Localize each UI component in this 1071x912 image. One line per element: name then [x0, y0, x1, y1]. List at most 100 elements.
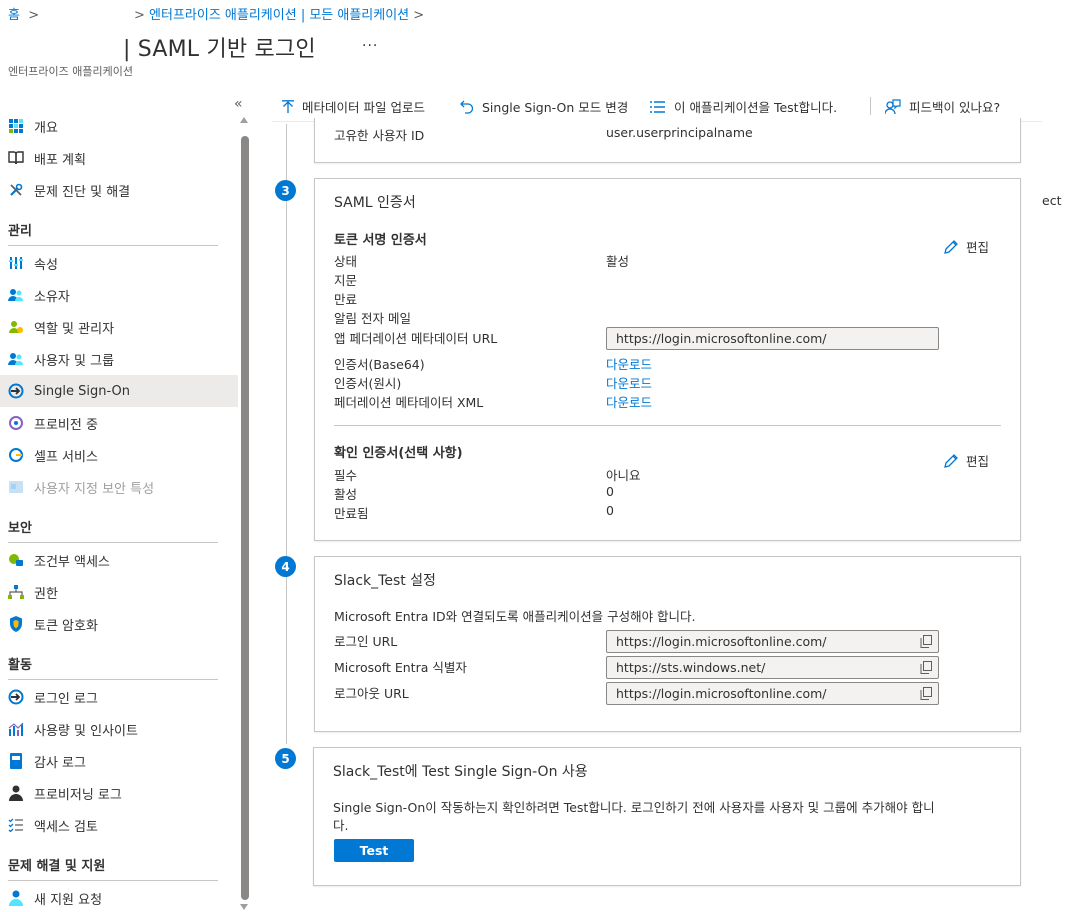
- shield-icon: [8, 616, 24, 632]
- section-title-activity: 활동: [8, 654, 218, 680]
- test-button[interactable]: Test: [334, 839, 414, 862]
- sidebar-item-diagnose[interactable]: 문제 진단 및 해결: [0, 174, 238, 206]
- download-federation-xml-link[interactable]: 다운로드: [606, 392, 652, 411]
- upload-metadata-label: 메타데이터 파일 업로드: [302, 100, 425, 115]
- checklist-icon: [650, 100, 665, 113]
- copy-icon: [920, 635, 932, 648]
- page-subtitle: 엔터프라이즈 애플리케이션: [8, 65, 133, 78]
- unique-user-id-label: 고유한 사용자 ID: [334, 128, 425, 143]
- section-title-security: 보안: [8, 517, 218, 543]
- login-url-value: https://login.microsoftonline.com/: [616, 634, 827, 649]
- self-service-icon: [8, 447, 24, 463]
- sidebar-item-deployment-plan[interactable]: 배포 계획: [0, 142, 238, 174]
- thumbprint-label: 지문: [334, 273, 358, 288]
- roles-icon: [8, 319, 24, 335]
- expired-label: 만료됨: [334, 506, 369, 521]
- test-sso-card: Slack_Test에 Test Single Sign-On 사용 Singl…: [313, 747, 1021, 886]
- upload-icon: [282, 99, 294, 113]
- sidebar-item-permissions[interactable]: 권한: [0, 576, 238, 608]
- sidebar-item-access-reviews[interactable]: 액세스 검토: [0, 809, 238, 841]
- chevron-right-icon: >: [134, 8, 150, 23]
- verification-cert-heading: 확인 인증서(선택 사항): [334, 446, 463, 461]
- metadata-url-value: https://login.microsoftonline.com/: [616, 331, 827, 346]
- custom-security-icon: [8, 479, 24, 495]
- book-icon: [8, 150, 24, 166]
- sidebar-item-label: 토큰 암호화: [34, 618, 98, 634]
- sidebar-item-label: 개요: [34, 120, 58, 136]
- sidebar-item-provisioning[interactable]: 프로비전 중: [0, 407, 238, 439]
- metadata-url-label: 앱 페더레이션 메타데이터 URL: [334, 331, 498, 346]
- sidebar-item-label: 프로비저닝 로그: [34, 787, 122, 803]
- download-cert-raw-link[interactable]: 다운로드: [606, 373, 652, 392]
- test-application-button[interactable]: 이 애플리케이션을 Test합니다.: [650, 97, 837, 116]
- app-setup-card: Slack_Test 설정 Microsoft Entra ID와 연결되도록 …: [314, 556, 1021, 732]
- clipped-text: ect: [1042, 193, 1062, 208]
- sidebar-item-token-encryption[interactable]: 토큰 암호화: [0, 608, 238, 640]
- sidebar-item-label: 감사 로그: [34, 755, 86, 771]
- scroll-up-icon[interactable]: [240, 117, 248, 123]
- permissions-icon: [8, 584, 24, 600]
- sidebar-item-usage-insights[interactable]: 사용량 및 인사이트: [0, 713, 238, 745]
- test-description-line2: 다.: [333, 818, 349, 833]
- sidebar-item-single-sign-on[interactable]: Single Sign-On: [0, 375, 238, 407]
- section-divider: [334, 425, 1001, 426]
- sidebar-item-label: 권한: [34, 586, 58, 602]
- properties-bars-icon: [8, 255, 24, 271]
- copy-icon: [920, 661, 932, 674]
- breadcrumb-apps-wrap: > 엔터프라이즈 애플리케이션 | 모든 애플리케이션 >: [134, 4, 424, 23]
- step-number-4: 4: [275, 556, 296, 577]
- test-application-label: 이 애플리케이션을 Test합니다.: [674, 100, 838, 115]
- sidebar-item-provisioning-logs[interactable]: 프로비저닝 로그: [0, 777, 238, 809]
- entra-identifier-field[interactable]: https://sts.windows.net/: [606, 656, 939, 679]
- breadcrumb-home[interactable]: 홈: [8, 8, 20, 23]
- token-signing-heading: 토큰 서명 인증서: [334, 233, 427, 248]
- usage-chart-icon: [8, 721, 24, 737]
- federation-xml-label: 페더레이션 메타데이터 XML: [334, 395, 484, 410]
- login-url-field[interactable]: https://login.microsoftonline.com/: [606, 630, 939, 653]
- edit-token-signing-button[interactable]: 편집: [943, 237, 989, 256]
- sidebar-item-label: 소유자: [34, 289, 70, 305]
- provisioning-log-icon: [8, 785, 24, 801]
- feedback-button[interactable]: 피드백이 있나요?: [885, 97, 1000, 116]
- sidebar-item-label: 사용자 및 그룹: [34, 353, 115, 369]
- logout-url-field[interactable]: https://login.microsoftonline.com/: [606, 682, 939, 705]
- sidebar-item-label: 문제 진단 및 해결: [34, 184, 131, 200]
- chevron-right-icon: >: [24, 8, 40, 23]
- sidebar-item-conditional-access[interactable]: 조건부 액세스: [0, 544, 238, 576]
- step-number-3: 3: [275, 180, 296, 201]
- sso-icon: [8, 383, 24, 399]
- metadata-url-field[interactable]: https://login.microsoftonline.com/: [606, 327, 939, 350]
- download-cert-base64-link[interactable]: 다운로드: [606, 354, 652, 373]
- edit-verification-cert-button[interactable]: 편집: [943, 451, 989, 470]
- audit-log-icon: [8, 753, 24, 769]
- sidebar-item-owners[interactable]: 소유자: [0, 279, 238, 311]
- scroll-down-icon[interactable]: [240, 904, 248, 910]
- more-options-button[interactable]: ···: [362, 38, 378, 54]
- copy-icon: [920, 687, 932, 700]
- sidebar-item-users-groups[interactable]: 사용자 및 그룹: [0, 343, 238, 375]
- logout-url-value: https://login.microsoftonline.com/: [616, 686, 827, 701]
- change-sso-mode-label: Single Sign-On 모드 변경: [482, 100, 629, 115]
- sidebar-item-label: 속성: [34, 257, 58, 273]
- cert-raw-label: 인증서(원시): [334, 376, 402, 391]
- feedback-icon: [885, 98, 901, 114]
- access-review-icon: [8, 817, 24, 833]
- status-label: 상태: [334, 254, 358, 269]
- sidebar-item-label: 액세스 검토: [34, 819, 98, 835]
- breadcrumb: 홈 >: [8, 4, 39, 23]
- upload-metadata-button[interactable]: 메타데이터 파일 업로드: [282, 97, 425, 116]
- sidebar-item-new-support-request[interactable]: 새 지원 요청: [0, 882, 238, 912]
- sidebar-item-properties[interactable]: 속성: [0, 247, 238, 279]
- breadcrumb-enterprise-apps[interactable]: 엔터프라이즈 애플리케이션 | 모든 애플리케이션: [149, 8, 409, 23]
- sidebar-item-sign-in-logs[interactable]: 로그인 로그: [0, 681, 238, 713]
- overview-grid-icon: [8, 118, 24, 134]
- change-sso-mode-button[interactable]: Single Sign-On 모드 변경: [460, 97, 628, 116]
- sidebar-item-audit-logs[interactable]: 감사 로그: [0, 745, 238, 777]
- expiration-label: 만료: [334, 292, 358, 307]
- sidebar-item-self-service[interactable]: 셀프 서비스: [0, 439, 238, 471]
- sidebar-item-overview[interactable]: 개요: [0, 110, 238, 142]
- sidebar-item-label: 로그인 로그: [34, 691, 98, 707]
- sidebar-item-roles[interactable]: 역할 및 관리자: [0, 311, 238, 343]
- entra-identifier-value: https://sts.windows.net/: [616, 660, 766, 675]
- sidebar-scrollbar[interactable]: [241, 136, 249, 900]
